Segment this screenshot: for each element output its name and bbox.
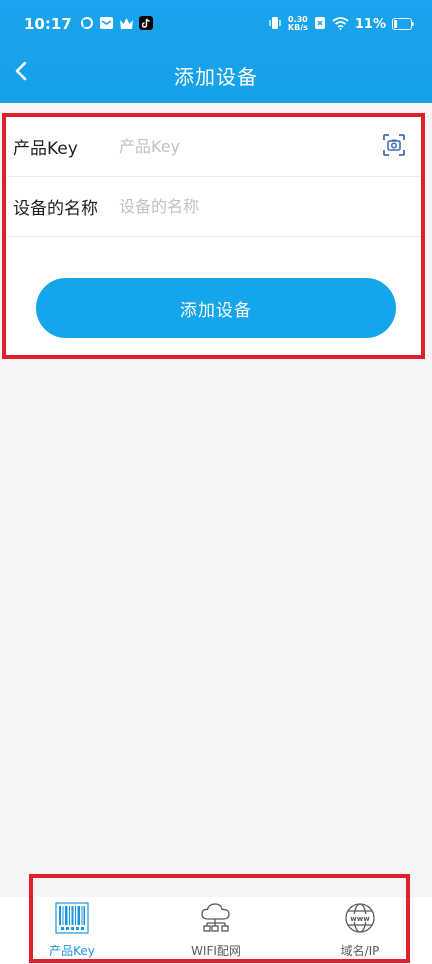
- device-name-input[interactable]: [119, 186, 424, 227]
- tab-label: WIFI配网: [191, 944, 241, 958]
- battery-percent: 11%: [354, 16, 386, 32]
- net-speed: 0.30 KB/s: [288, 16, 308, 32]
- crown-icon: [119, 15, 134, 34]
- status-time: 10:17: [24, 15, 72, 33]
- net-speed-unit: KB/s: [287, 23, 308, 32]
- product-key-row: 产品Key: [7, 117, 424, 177]
- tiktok-icon: [138, 15, 153, 34]
- device-name-label: 设备的名称: [13, 199, 98, 219]
- product-key-input[interactable]: [119, 126, 376, 167]
- bottom-tab-bar: 产品Key WIFI配网 www 域名/IP: [0, 897, 432, 964]
- page-title: 添加设备: [174, 65, 258, 89]
- tab-product-key[interactable]: 产品Key: [12, 901, 132, 961]
- status-right: 0.30 KB/s 11%: [268, 15, 414, 34]
- tab-label: 产品Key: [49, 944, 95, 958]
- camera-scan-icon: [383, 133, 405, 160]
- battery-icon: [392, 15, 414, 34]
- status-bar: 10:17 0.30 KB/s 11%: [0, 0, 432, 48]
- sim-icon: [314, 15, 326, 34]
- svg-text:www: www: [350, 915, 370, 923]
- tab-domain-ip[interactable]: www 域名/IP: [300, 901, 420, 961]
- app-bar: 添加设备: [0, 48, 432, 103]
- vibrate-icon: [268, 15, 282, 34]
- product-key-label: 产品Key: [13, 139, 78, 159]
- scan-button[interactable]: [376, 129, 412, 165]
- sync-icon: [80, 15, 94, 34]
- top-bar: 10:17 0.30 KB/s 11% 添加设备: [0, 0, 432, 103]
- device-name-row: 设备的名称: [7, 177, 424, 237]
- back-button[interactable]: [8, 58, 34, 88]
- add-device-form: 产品Key 设备的名称 添加设备: [7, 117, 424, 357]
- tab-label: 域名/IP: [340, 944, 380, 958]
- add-device-button[interactable]: 添加设备: [36, 278, 396, 338]
- barcode-icon: [55, 902, 89, 938]
- cloud-network-icon: [198, 902, 234, 938]
- globe-www-icon: www: [343, 902, 377, 938]
- wifi-icon: [332, 15, 349, 34]
- tab-wifi-config[interactable]: WIFI配网: [156, 901, 276, 961]
- mail-icon: [99, 15, 114, 34]
- chevron-left-icon: [14, 61, 28, 85]
